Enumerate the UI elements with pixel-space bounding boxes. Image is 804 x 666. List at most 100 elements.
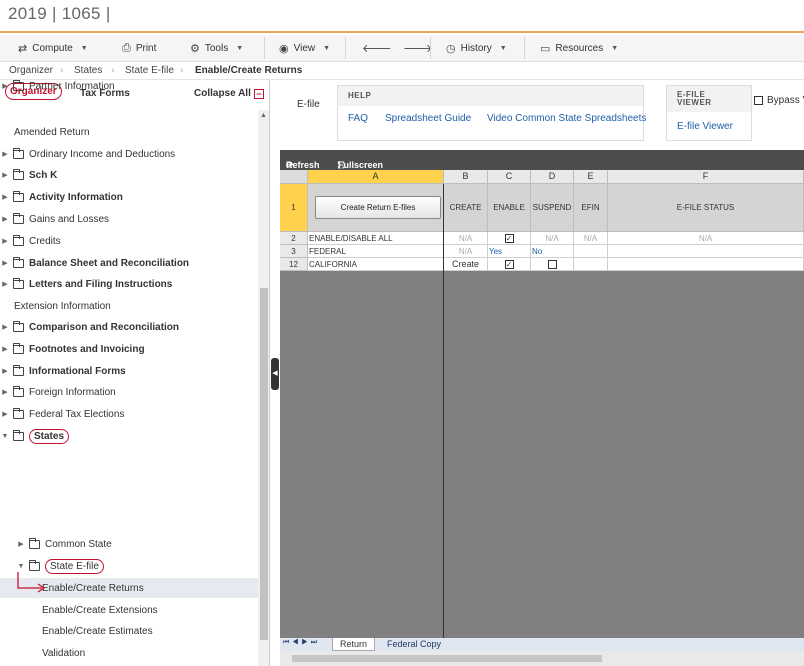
chevron-right-icon[interactable]: ▶ [16, 540, 26, 548]
cell-federal-efin[interactable] [574, 245, 608, 258]
tree-item[interactable]: ▶ Credits [0, 231, 258, 251]
tree-scrollbar[interactable]: ▲ ▼ [258, 110, 269, 666]
tree-item[interactable]: ▶ Ordinary Income and Deductions [0, 144, 258, 164]
california-enable-checkbox[interactable]: ✓ [504, 259, 514, 269]
sheet-tab-return[interactable]: Return [332, 638, 376, 651]
compute-button[interactable]: ⇄ Compute ▼ [18, 40, 88, 56]
chevron-right-icon[interactable]: ▶ [0, 410, 10, 418]
chevron-right-icon[interactable]: ▶ [0, 259, 10, 267]
chevron-right-icon[interactable]: ▶ [0, 215, 10, 223]
breadcrumb-item[interactable]: State E-file [125, 65, 174, 76]
resources-button[interactable]: ▭ Resources ▼ [540, 40, 618, 56]
spreadsheet-guide-link[interactable]: Spreadsheet Guide [385, 113, 471, 124]
column-header-f[interactable]: F [608, 170, 804, 184]
chevron-right-icon[interactable]: ▶ [0, 323, 10, 331]
app-title: 2019 | 1065 | [8, 4, 111, 23]
chevron-right-icon[interactable]: ▶ [0, 345, 10, 353]
tree-item[interactable]: ▶ Common State [0, 534, 258, 554]
tree-item[interactable]: ▶ Comparison and Reconciliation [0, 317, 258, 337]
tree-item[interactable]: ▶ Sch K [0, 165, 258, 185]
breadcrumb-item[interactable]: Organizer [9, 65, 53, 76]
row-header-3[interactable]: 3 [280, 245, 308, 258]
column-header-e[interactable]: E [574, 170, 608, 184]
chevron-down-icon[interactable]: ▼ [0, 433, 10, 440]
cell-federal-enable[interactable]: Yes [488, 245, 531, 258]
cell-federal-suspend[interactable]: No [531, 245, 574, 258]
efile-viewer-link[interactable]: E-file Viewer [677, 121, 733, 132]
breadcrumb: Organizer › States › State E-file › Enab… [0, 62, 804, 80]
scroll-up-icon[interactable]: ▲ [260, 112, 267, 119]
print-button[interactable]: ⎙ Print [122, 40, 156, 56]
chevron-right-icon[interactable]: ▶ [0, 280, 10, 288]
create-return-efiles-button[interactable]: Create Return E-files [315, 196, 441, 219]
tree-item[interactable]: ▶ Foreign Information [0, 382, 258, 402]
tree-item-label: Foreign Information [29, 386, 116, 398]
tree-item[interactable]: Enable/Create Estimates [0, 621, 258, 641]
row-header-1[interactable]: 1 [280, 184, 308, 232]
main-toolbar: ⇄ Compute ▼ ⎙ Print ⚙ Tools ▼ ◉ View ▼ 🡐… [0, 35, 804, 62]
breadcrumb-separator-icon: › [60, 65, 64, 76]
column-header-d[interactable]: D [531, 170, 574, 184]
back-button[interactable]: 🡐 [362, 40, 392, 56]
view-button[interactable]: ◉ View ▼ [279, 40, 330, 56]
cell-california-suspend[interactable] [531, 258, 574, 271]
chevron-right-icon[interactable]: ▶ [0, 193, 10, 201]
spreadsheet-area: ⟳ Refresh ⛶ Fullscreen A B C D E F 1 Cre… [280, 150, 804, 666]
tree-item[interactable]: Amended Return [0, 122, 258, 142]
row-header-2[interactable]: 2 [280, 232, 308, 245]
scrollbar-thumb[interactable] [292, 655, 602, 662]
history-button[interactable]: ◷ History ▼ [446, 40, 507, 56]
tree-item[interactable]: ▶ Letters and Filing Instructions [0, 274, 258, 294]
tree-item[interactable]: ▶ Balance Sheet and Reconciliation [0, 253, 258, 273]
california-suspend-checkbox[interactable] [547, 259, 557, 269]
chevron-down-icon: ▼ [611, 44, 619, 52]
enable-all-checkbox[interactable]: ✓ [504, 233, 514, 243]
column-header-c[interactable]: C [488, 170, 531, 184]
folder-icon [13, 429, 24, 441]
column-header-a[interactable]: A [308, 170, 444, 184]
column-header-b[interactable]: B [444, 170, 488, 184]
chevron-right-icon[interactable]: ▶ [0, 150, 10, 158]
chevron-right-icon[interactable]: ▶ [0, 237, 10, 245]
panel-splitter-handle[interactable]: ◀ [271, 358, 279, 390]
cell-california-create[interactable]: Create [444, 258, 488, 271]
faq-link[interactable]: FAQ [348, 113, 368, 124]
tree-item[interactable]: Validation [0, 643, 258, 663]
chevron-right-icon[interactable]: ▶ [0, 171, 10, 179]
cell-federal-create: N/A [444, 245, 488, 258]
tree-item[interactable]: ▶ Partner Information [0, 80, 258, 96]
bypass-checkbox[interactable] [754, 96, 763, 105]
tree-item-label: Common State [45, 538, 112, 550]
tree-item[interactable]: Enable/Create Extensions [0, 600, 258, 620]
video-common-state-link[interactable]: Video Common State Spreadsheets [487, 113, 646, 124]
cell-california-enable[interactable]: ✓ [488, 258, 531, 271]
folder-icon [13, 190, 24, 202]
tree-item[interactable]: Extension Information [0, 296, 258, 316]
tree-item[interactable]: ▶ Gains and Losses [0, 209, 258, 229]
cell-california[interactable]: CALIFORNIA [308, 258, 444, 271]
corner-cell[interactable] [280, 170, 308, 184]
chevron-right-icon[interactable]: ▶ [0, 367, 10, 375]
sheet-nav-icons[interactable]: ⏮◀▶⏭ [283, 639, 320, 647]
tree-item[interactable]: ▶ Informational Forms [0, 361, 258, 381]
chevron-down-icon[interactable]: ▼ [16, 563, 26, 570]
cell-california-efin[interactable] [574, 258, 608, 271]
cell-enable-disable-all[interactable]: ENABLE/DISABLE ALL [308, 232, 444, 245]
chevron-right-icon[interactable]: ▶ [0, 82, 10, 90]
chevron-right-icon[interactable]: ▶ [0, 388, 10, 396]
cell-enable-all[interactable]: ✓ [488, 232, 531, 245]
tools-button[interactable]: ⚙ Tools ▼ [190, 40, 243, 56]
tree-item[interactable]: ▼ States [0, 426, 258, 446]
horizontal-scrollbar[interactable] [280, 651, 804, 666]
forward-button[interactable]: 🡒 [403, 40, 433, 56]
row-header-12[interactable]: 12 [280, 258, 308, 271]
bypass-option[interactable]: Bypass V [754, 95, 804, 106]
tree-item[interactable]: ▶ Footnotes and Invoicing [0, 339, 258, 359]
sheet-tab-federal-copy[interactable]: Federal Copy [380, 638, 448, 651]
tree-item[interactable]: ▶ Activity Information [0, 187, 258, 207]
tree-item[interactable]: ▶ Federal Tax Elections [0, 404, 258, 424]
cell-federal[interactable]: FEDERAL [308, 245, 444, 258]
cell-create-na: N/A [444, 232, 488, 245]
breadcrumb-item[interactable]: States [74, 65, 102, 76]
scrollbar-thumb[interactable] [260, 288, 268, 640]
